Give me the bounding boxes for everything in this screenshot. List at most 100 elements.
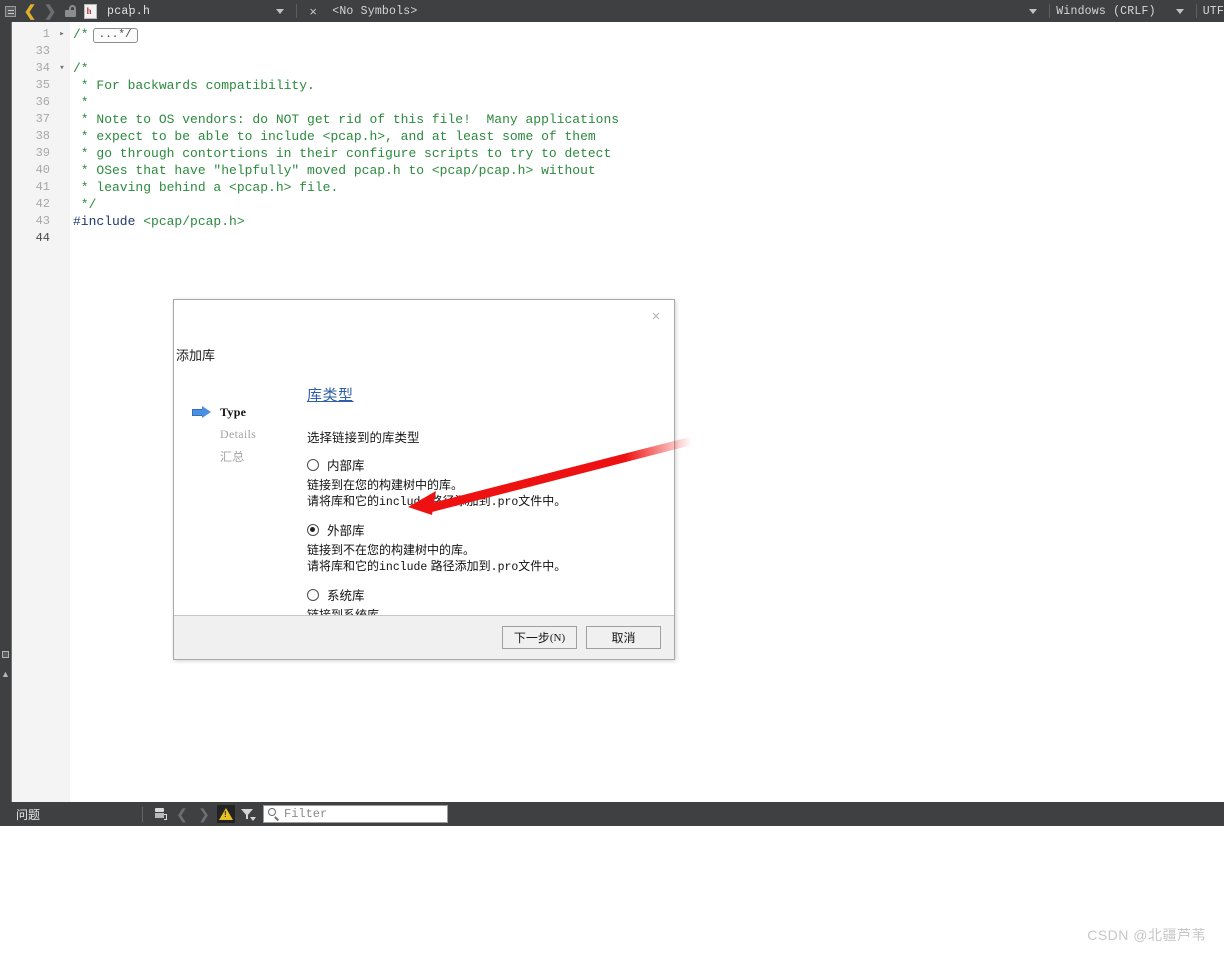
next-issue-icon[interactable]: ❯	[193, 802, 215, 826]
collapsed-block-marker[interactable]: ...*/	[93, 28, 138, 43]
code-text: * go through contortions in their config…	[73, 145, 611, 162]
code-text-span: * OSes that have "helpfully" moved pcap.…	[73, 163, 596, 178]
radio-row[interactable]: 系统库	[307, 585, 662, 604]
radio-button[interactable]	[307, 589, 319, 601]
wizard-step-label: Type	[220, 405, 246, 420]
dialog-footer: 下一步(N) 取消	[174, 615, 674, 659]
option-description-fragment: 请将库和它的	[307, 559, 379, 573]
filter-options-icon[interactable]	[237, 802, 259, 826]
dialog-close-button[interactable]: ×	[646, 306, 666, 326]
next-button-label: 下一步	[514, 629, 550, 646]
warning-filter-icon[interactable]	[215, 802, 237, 826]
code-content[interactable]: 1▸/*...*/3334▾/*35 * For backwards compa…	[12, 26, 1224, 247]
filter-input[interactable]: Filter	[263, 805, 448, 823]
nav-back-icon[interactable]: ❮	[20, 0, 40, 22]
code-line[interactable]: 35 * For backwards compatibility.	[12, 77, 1224, 94]
side-panel-chevron-icon[interactable]: ▲	[1, 670, 10, 679]
code-text-span: /*	[73, 27, 89, 42]
code-line[interactable]: 1▸/*...*/	[12, 26, 1224, 43]
library-type-option[interactable]: 内部库链接到在您的构建树中的库。请将库和它的include 路径添加到.pro文…	[307, 455, 662, 511]
fold-marker-icon[interactable]: ▾	[56, 60, 68, 77]
wizard-step-details[interactable]: Details	[192, 423, 292, 445]
option-description-fragment: 文件中。	[518, 494, 566, 508]
code-line[interactable]: 38 * expect to be able to include <pcap.…	[12, 128, 1224, 145]
close-icon-glyph: ×	[309, 5, 317, 18]
radio-label: 内部库	[327, 455, 365, 474]
line-number: 44	[12, 230, 50, 247]
code-line[interactable]: 44	[12, 230, 1224, 247]
option-description-line2: 请将库和它的include 路径添加到.pro文件中。	[307, 493, 662, 511]
option-description-line2: 请将库和它的include 路径添加到.pro文件中。	[307, 558, 662, 576]
code-text: * leaving behind a <pcap.h> file.	[73, 179, 338, 196]
next-button[interactable]: 下一步(N)	[502, 626, 577, 649]
toolbar-divider-2	[1049, 4, 1050, 18]
code-text-span: */	[73, 197, 96, 212]
toolbar-divider-3	[1196, 4, 1197, 18]
code-line[interactable]: 36 *	[12, 94, 1224, 111]
wizard-step-summary[interactable]: 汇总	[192, 445, 292, 467]
line-ending-dropdown-icon[interactable]	[1023, 0, 1043, 22]
line-ending-label[interactable]: Windows (CRLF)	[1056, 5, 1155, 18]
clear-issues-icon[interactable]	[149, 802, 171, 826]
radio-row[interactable]: 内部库	[307, 455, 662, 474]
encoding-dropdown-icon[interactable]	[1170, 0, 1190, 22]
code-text: *	[73, 94, 89, 111]
line-number: 38	[12, 128, 50, 145]
close-icon: ×	[652, 309, 661, 324]
code-text: #include <pcap/pcap.h>	[73, 213, 245, 230]
blue-arrow-icon	[192, 406, 214, 419]
wizard-step-type[interactable]: Type	[192, 401, 292, 423]
code-line[interactable]: 41 * leaving behind a <pcap.h> file.	[12, 179, 1224, 196]
code-text-span: * Note to OS vendors: do NOT get rid of …	[73, 112, 619, 127]
close-file-icon[interactable]: ×	[303, 0, 323, 22]
line-number: 37	[12, 111, 50, 128]
option-description-fragment: include	[379, 561, 427, 574]
code-line[interactable]: 39 * go through contortions in their con…	[12, 145, 1224, 162]
cancel-button[interactable]: 取消	[586, 626, 661, 649]
issues-bottom-bar: 问题 ❮ ❯ Filter	[0, 802, 1224, 826]
code-line[interactable]: 34▾/*	[12, 60, 1224, 77]
dialog-title: 添加库	[176, 345, 215, 364]
panel-toggle-icon[interactable]	[0, 0, 20, 22]
code-text-span: * go through contortions in their config…	[73, 146, 611, 161]
unlock-icon[interactable]	[60, 0, 80, 22]
code-line[interactable]: 40 * OSes that have "helpfully" moved pc…	[12, 162, 1224, 179]
dialog-content: 库类型 选择链接到的库类型 内部库链接到在您的构建树中的库。请将库和它的incl…	[307, 384, 662, 641]
file-dropdown-icon[interactable]	[270, 0, 290, 22]
nav-forward-icon[interactable]: ❯	[40, 0, 60, 22]
option-description-fragment: 文件中。	[518, 559, 566, 573]
code-line[interactable]: 43 #include <pcap/pcap.h>	[12, 213, 1224, 230]
line-number: 43	[12, 213, 50, 230]
radio-row[interactable]: 外部库	[307, 520, 662, 539]
option-description-fragment: 路径添加到	[427, 494, 490, 508]
option-description-fragment: .pro	[491, 496, 519, 509]
line-number: 41	[12, 179, 50, 196]
line-number: 33	[12, 43, 50, 60]
code-line[interactable]: 37 * Note to OS vendors: do NOT get rid …	[12, 111, 1224, 128]
wizard-step-label: 汇总	[220, 448, 245, 465]
line-number: 42	[12, 196, 50, 213]
encoding-label[interactable]: UTF	[1203, 5, 1224, 18]
next-button-mnemonic: (N)	[550, 632, 565, 644]
wizard-step-label: Details	[220, 427, 256, 442]
previous-issue-icon[interactable]: ❮	[171, 802, 193, 826]
option-description: 链接到在您的构建树中的库。请将库和它的include 路径添加到.pro文件中。	[307, 477, 662, 511]
code-line[interactable]: 42 */	[12, 196, 1224, 213]
code-text: * For backwards compatibility.	[73, 77, 315, 94]
option-description-fragment: 路径添加到	[427, 559, 490, 573]
fold-marker-icon[interactable]: ▸	[56, 26, 68, 43]
content-heading: 库类型	[307, 384, 662, 405]
library-type-option-list: 内部库链接到在您的构建树中的库。请将库和它的include 路径添加到.pro文…	[307, 455, 662, 641]
app-root: ❮ ❯ h pcap.h × <No Symbols> Windows (CRL…	[0, 0, 1224, 961]
code-line[interactable]: 33	[12, 43, 1224, 60]
watermark-text: CSDN @北疆芦苇	[1087, 925, 1206, 945]
code-text-span: * For backwards compatibility.	[73, 78, 315, 93]
symbols-selector[interactable]: <No Symbols>	[332, 5, 417, 18]
radio-button[interactable]	[307, 524, 319, 536]
radio-button[interactable]	[307, 459, 319, 471]
library-type-option[interactable]: 外部库链接到不在您的构建树中的库。请将库和它的include 路径添加到.pro…	[307, 520, 662, 576]
code-text: * expect to be able to include <pcap.h>,…	[73, 128, 596, 145]
side-panel-toggle-button[interactable]	[0, 643, 11, 665]
option-description: 链接到不在您的构建树中的库。请将库和它的include 路径添加到.pro文件中…	[307, 542, 662, 576]
issues-panel-title[interactable]: 问题	[16, 806, 136, 823]
